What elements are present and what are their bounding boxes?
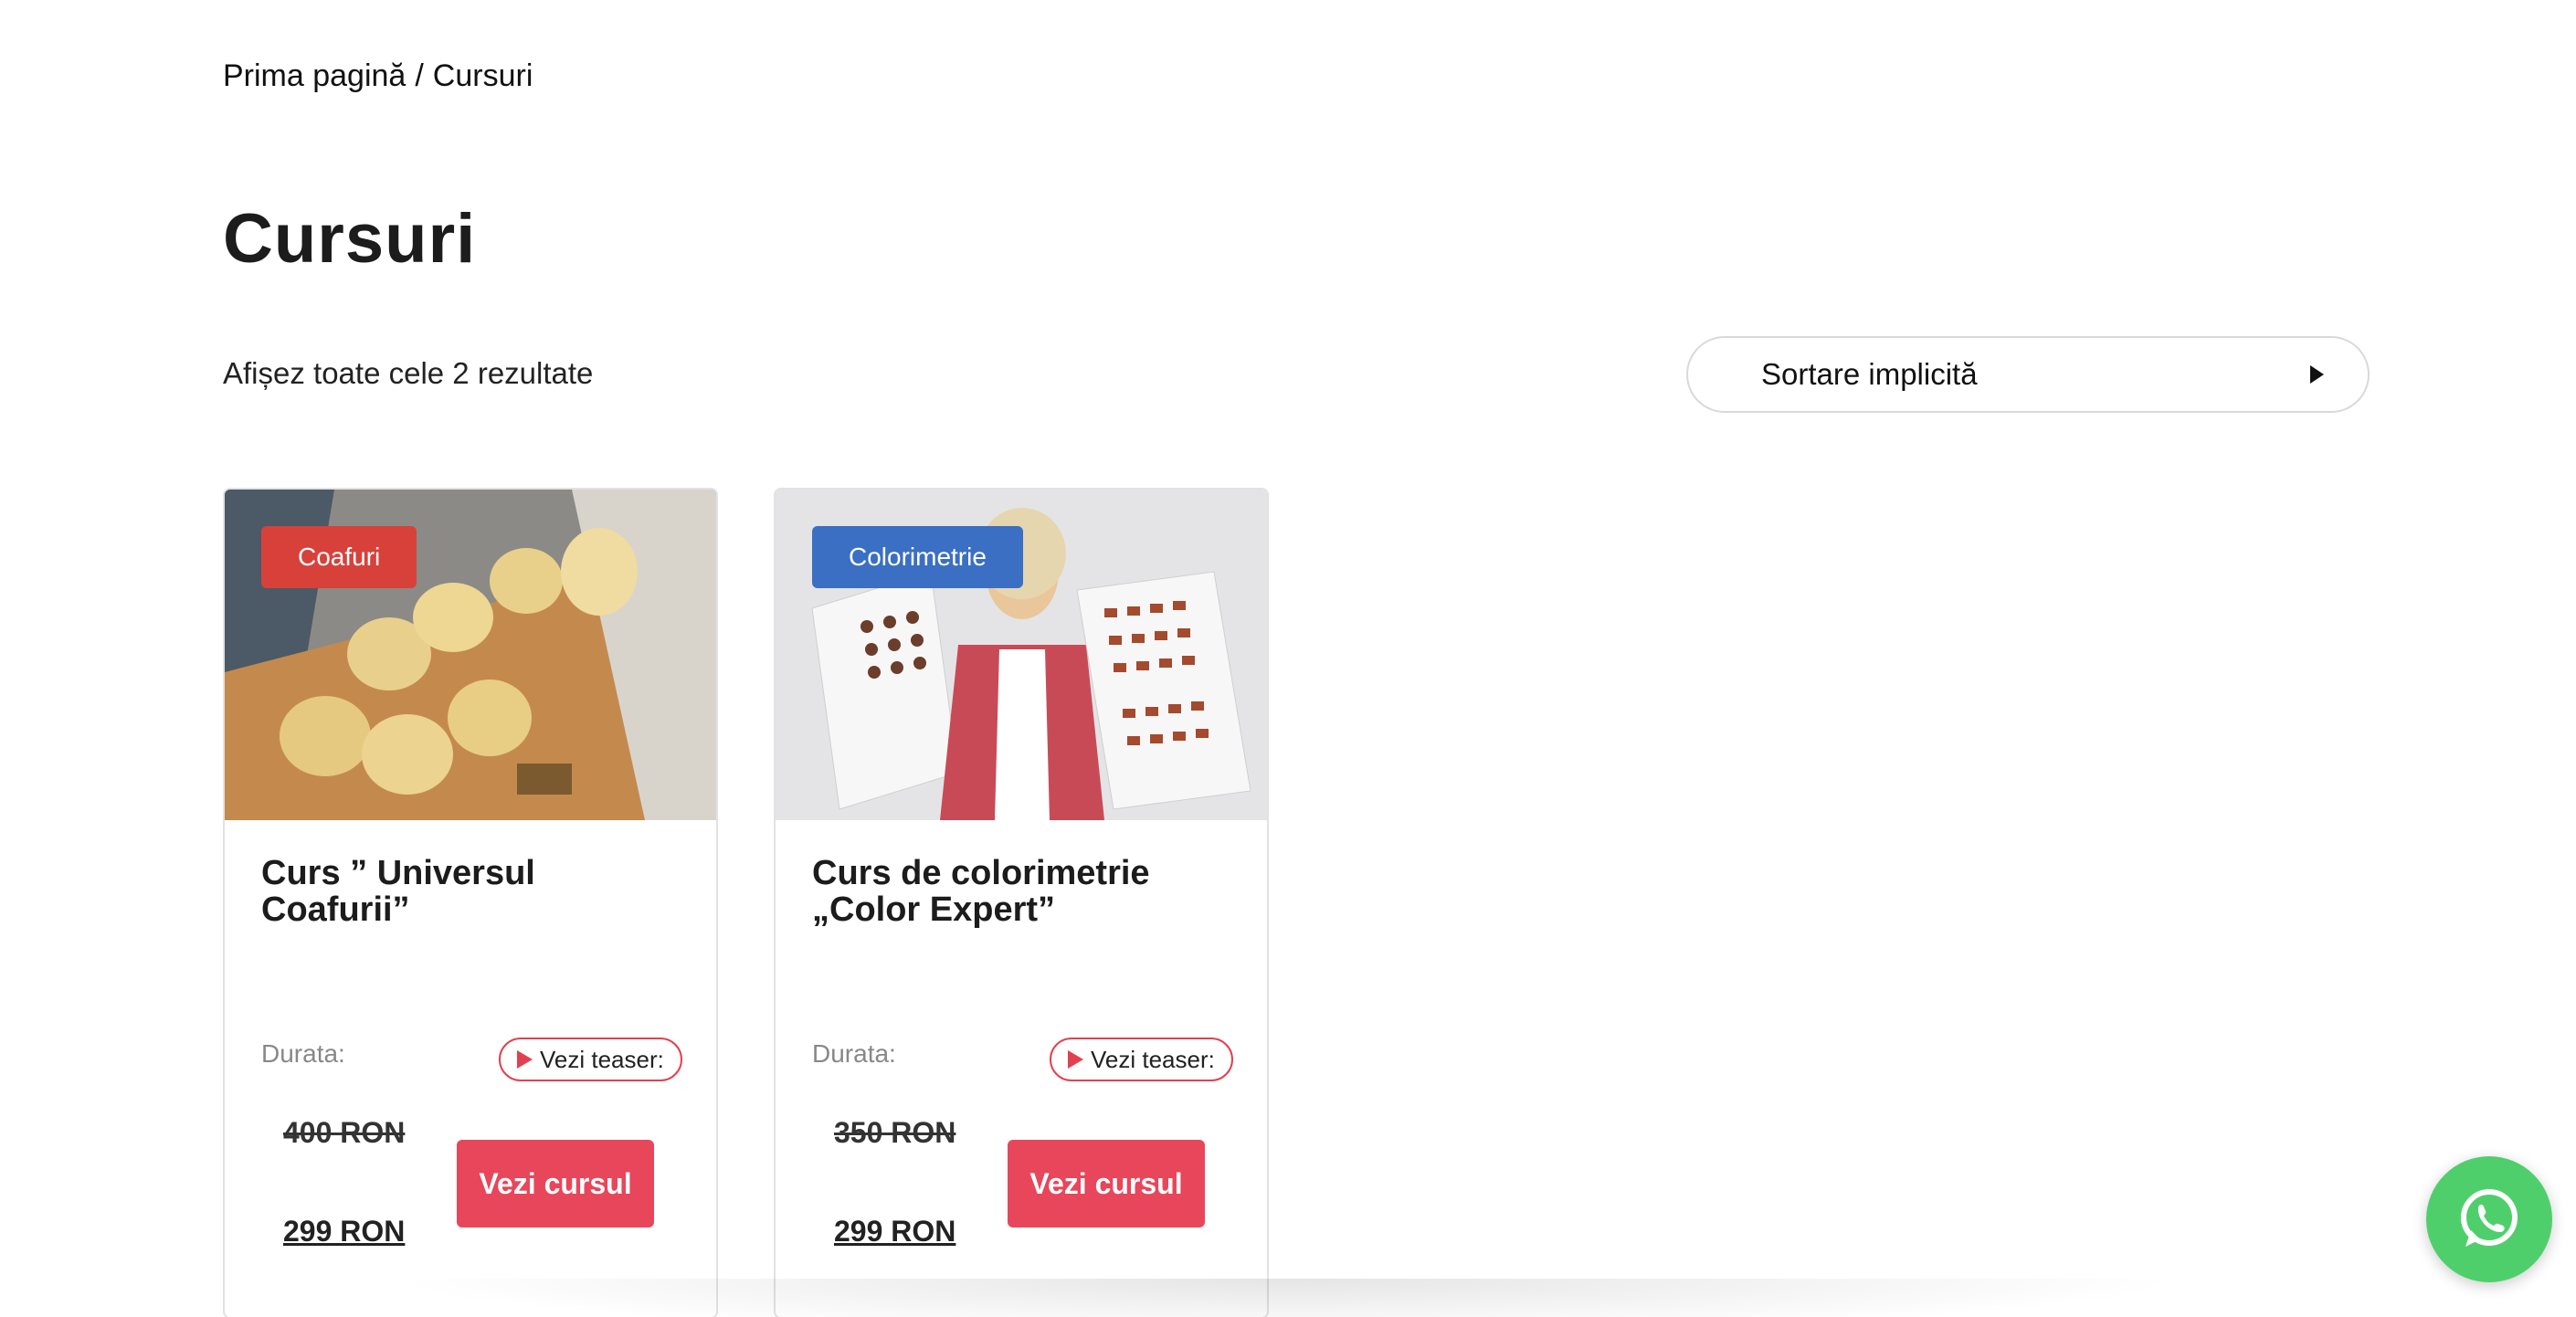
breadcrumb-current: Cursuri [432,58,533,93]
result-count: Afișez toate cele 2 rezultate [223,356,594,390]
old-price: 350 RON [834,1116,956,1149]
category-badge[interactable]: Coafuri [261,526,417,588]
play-icon [517,1050,533,1069]
category-badge[interactable]: Colorimetrie [812,526,1023,588]
duration-label: Durata: [812,1039,896,1068]
product-card[interactable]: Coafuri Curs ” Universul Coafurii” Durat… [223,488,718,1317]
view-course-button[interactable]: Vezi cursul [1008,1140,1205,1227]
product-card[interactable]: Colorimetrie Curs de colorimetrie „Color… [774,488,1269,1317]
page-title: Cursuri [223,200,477,278]
category-badge-label: Coafuri [298,543,381,571]
sort-select-label: Sortare implicită [1761,357,1978,391]
new-price: 299 RON [834,1215,956,1248]
old-price: 400 RON [283,1116,406,1149]
teaser-button[interactable]: Vezi teaser: [1050,1038,1233,1081]
view-course-button[interactable]: Vezi cursul [457,1140,654,1227]
new-price: 299 RON [283,1215,406,1248]
page: Prima pagină / Cursuri Cursuri Afișez to… [0,0,2576,1317]
sort-select[interactable]: Sortare implicită [1686,336,2370,413]
duration-label: Durata: [261,1039,345,1068]
play-icon [1068,1050,1083,1069]
breadcrumb-home-link[interactable]: Prima pagină [223,58,406,94]
category-badge-label: Colorimetrie [849,543,987,571]
whatsapp-button[interactable] [2426,1156,2552,1282]
teaser-button-label: Vezi teaser: [1091,1045,1215,1073]
whatsapp-icon [2461,1189,2518,1247]
caret-right-icon [2310,365,2324,384]
teaser-button-label: Vezi teaser: [540,1045,664,1073]
product-title[interactable]: Curs de colorimetrie „Color Expert” [812,855,1232,928]
bottom-shadow [384,1279,2192,1317]
breadcrumb-separator: / [415,58,424,93]
teaser-button[interactable]: Vezi teaser: [499,1038,682,1081]
product-title[interactable]: Curs ” Universul Coafurii” [261,855,681,928]
breadcrumb: Prima pagină / Cursuri [223,58,533,94]
